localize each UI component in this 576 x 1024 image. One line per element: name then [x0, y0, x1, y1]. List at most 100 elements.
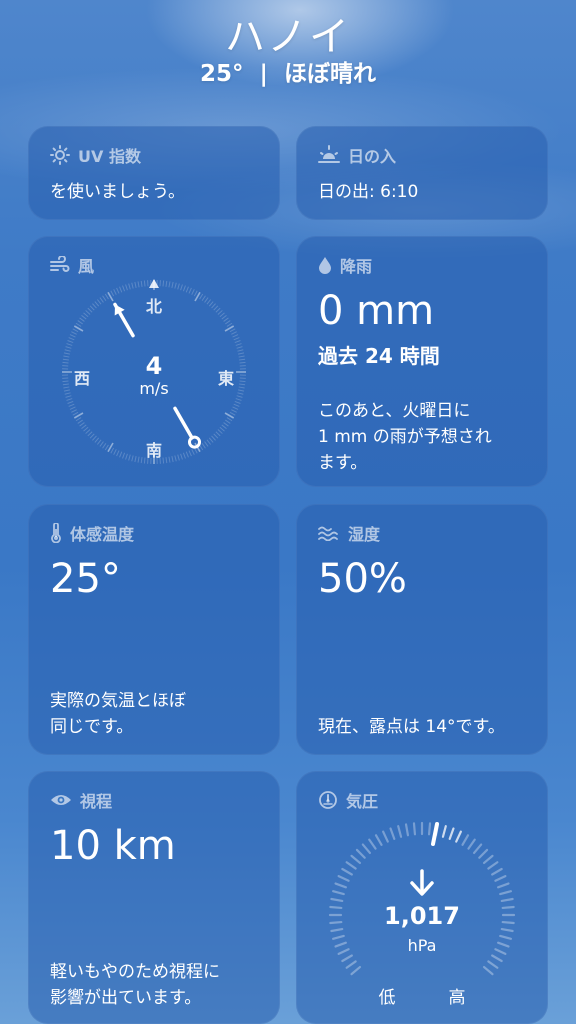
- compass-tick: [221, 424, 227, 430]
- compass-tick: [96, 299, 102, 305]
- forecast-line-2: 1 mm の雨が予想され: [318, 427, 492, 447]
- compass-tick: [62, 358, 69, 361]
- compass-tick: [204, 297, 209, 303]
- wind-arrow-tail-ring: [188, 435, 201, 449]
- feels-like-value: 25°: [50, 556, 121, 602]
- pressure-card[interactable]: 気圧 1,017 hPa 低 高: [296, 771, 548, 1024]
- pressure-tick: [341, 867, 353, 876]
- pressure-tick: [501, 905, 515, 910]
- pressure-gauge: 1,017 hPa 低 高: [328, 821, 516, 1008]
- compass-tick: [234, 340, 241, 344]
- compass-east: 東: [218, 369, 234, 388]
- compass-tick: [68, 337, 75, 341]
- compass-tick: [81, 314, 87, 320]
- compass-tick: [208, 437, 214, 443]
- compass-tick: [165, 280, 168, 287]
- compass-tick: [72, 411, 79, 416]
- compass-tick: [211, 303, 216, 309]
- compass-tick: [239, 383, 246, 386]
- pressure-tick: [494, 948, 507, 955]
- pressure-value: 1,017: [384, 902, 460, 930]
- pressure-tick: [482, 854, 494, 865]
- compass-tick: [128, 283, 131, 290]
- compass-tick: [237, 349, 244, 352]
- compass-tick: [66, 398, 73, 401]
- precipitation-forecast: このあと、火曜日に 1 mm の雨が予想され ます。: [318, 398, 492, 476]
- wind-speed-unit: m/s: [139, 379, 168, 398]
- compass-tick: [62, 361, 69, 364]
- compass-tick: [85, 429, 91, 434]
- compass-tick: [201, 443, 206, 449]
- compass-tick: [215, 307, 221, 313]
- humidity-title: 湿度: [318, 521, 380, 545]
- compass-tick: [229, 411, 236, 416]
- feels-like-title-text: 体感温度: [70, 525, 135, 544]
- compass-tick: [174, 282, 177, 289]
- compass-tick: [231, 409, 237, 413]
- feels-like-card[interactable]: 体感温度 25° 実際の気温とほぼ 同じです。: [28, 504, 280, 755]
- compass-tick: [83, 426, 89, 432]
- pressure-tick: [427, 822, 432, 836]
- compass-south: 南: [146, 441, 162, 460]
- compass-tick: [83, 312, 89, 318]
- compass-tick: [162, 457, 165, 464]
- compass-tick: [239, 361, 246, 364]
- current-conditions: 25° | ほぼ晴れ: [0, 54, 576, 88]
- compass-tick: [236, 346, 243, 349]
- compass-tick: [185, 451, 189, 458]
- compass-tick: [225, 320, 231, 325]
- compass-tick: [89, 305, 95, 311]
- compass-tick: [134, 281, 137, 288]
- compass-tick: [177, 454, 180, 461]
- compass-tick: [185, 286, 189, 293]
- forecast-line-3: ます。: [318, 453, 368, 473]
- pressure-tick: [494, 875, 507, 882]
- sunrise-time-text: 日の出: 6:10: [318, 182, 419, 202]
- pressure-tick: [330, 897, 344, 903]
- humidity-card[interactable]: 湿度 50% 現在、露点は 14°です。: [296, 504, 548, 755]
- pressure-tick: [368, 838, 377, 850]
- compass-tick: [122, 285, 126, 292]
- compass-tick: [168, 281, 171, 288]
- compass-tick: [180, 284, 183, 291]
- precipitation-card[interactable]: 降雨 0 mm 過去 24 時間 このあと、火曜日に 1 mm の雨が予想され …: [296, 236, 548, 487]
- compass-tick: [104, 293, 109, 300]
- compass-tick: [223, 317, 229, 322]
- sunset-title: 日の入: [318, 143, 396, 167]
- pressure-tick: [499, 890, 512, 896]
- pressure-tick: [497, 941, 510, 948]
- feels-like-desc-line-1: 実際の気温とほぼ: [50, 691, 186, 711]
- visibility-desc-line-1: 軽いもやのため視程に: [50, 962, 220, 982]
- pressure-tick: [487, 861, 499, 870]
- compass-tick: [206, 299, 212, 305]
- compass-tick: [171, 281, 174, 288]
- uv-index-card[interactable]: UV 指数 を使いましょう。: [28, 126, 280, 220]
- compass-tick: [64, 349, 71, 352]
- compass-tick: [239, 358, 246, 361]
- compass-tick: [174, 455, 177, 462]
- compass-tick: [201, 295, 206, 301]
- compass-tick: [217, 310, 223, 315]
- compass-tick: [116, 450, 120, 457]
- compass-tick: [92, 303, 97, 309]
- pressure-tick: [382, 830, 389, 843]
- compass-tick: [223, 422, 229, 427]
- compass-tick: [191, 289, 195, 295]
- sunset-card[interactable]: 日の入 日の出: 6:10: [296, 126, 548, 220]
- sunset-title-text: 日の入: [348, 147, 397, 166]
- humidity-icon: [318, 525, 340, 541]
- pressure-tick: [330, 927, 344, 933]
- compass-tick: [128, 454, 131, 461]
- compass-tick: [233, 403, 240, 407]
- compass-tick: [63, 355, 70, 358]
- pressure-tick: [350, 854, 362, 865]
- wind-card[interactable]: 風 北 南 東 西 4 m/s: [28, 236, 280, 487]
- compass-tick: [199, 444, 204, 451]
- visibility-card[interactable]: 視程 10 km 軽いもやのため視程に 影響が出ています。: [28, 771, 280, 1024]
- compass-tick: [62, 380, 69, 383]
- pressure-tick: [461, 834, 470, 846]
- pressure-tick: [374, 834, 383, 846]
- pressure-tick: [487, 960, 499, 969]
- pressure-tick: [501, 920, 515, 925]
- compass-tick: [63, 352, 70, 355]
